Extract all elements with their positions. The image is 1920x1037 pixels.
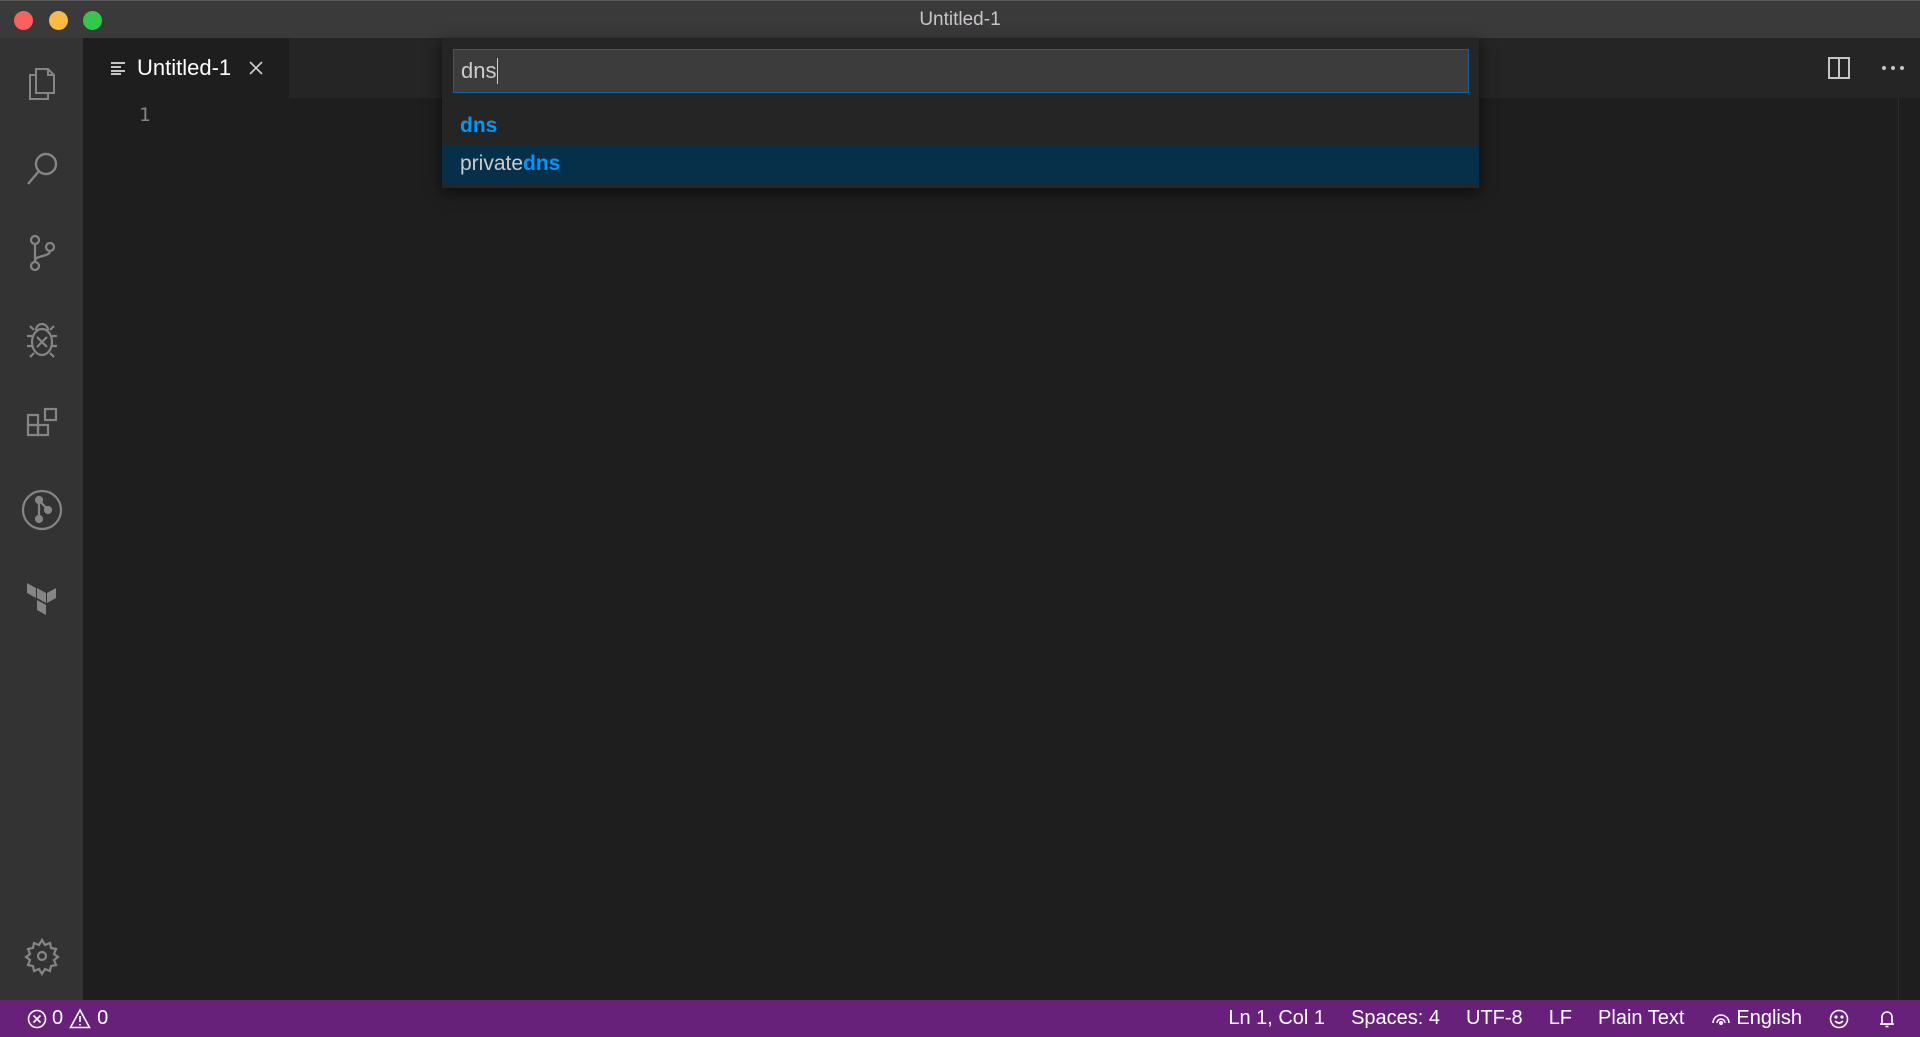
activity-debug[interactable] [0,305,83,375]
editor-actions [1812,38,1920,98]
activity-manage[interactable] [0,921,83,991]
problems-indicator[interactable]: 0 0 [26,1007,108,1030]
spell-check-language[interactable]: English [1710,1007,1802,1030]
activity-terraform[interactable] [0,560,83,630]
quick-pick-list: dns private dns [442,107,1479,183]
more-actions-icon [1882,66,1904,70]
item-match: dns [460,114,498,137]
cursor-position[interactable]: Ln 1, Col 1 [1228,1007,1325,1030]
more-actions-button[interactable] [1866,38,1920,98]
warning-count: 0 [97,1007,109,1029]
indentation[interactable]: Spaces: 4 [1351,1007,1440,1030]
smiley-icon [1829,1009,1849,1028]
encoding[interactable]: UTF-8 [1466,1007,1523,1030]
title-bar: Untitled-1 [0,0,1920,38]
git-graph-icon [21,489,62,531]
end-of-line[interactable]: LF [1549,1007,1572,1030]
activity-extensions[interactable] [0,390,83,460]
debug-icon [26,322,57,358]
quick-pick-input[interactable]: dns [453,49,1469,93]
search-icon [26,152,57,185]
activity-explorer[interactable] [0,48,83,118]
quick-pick-input-value: dns [461,58,497,83]
notifications-button[interactable] [1876,1008,1898,1030]
split-editor-button[interactable] [1812,38,1866,98]
tab-label: Untitled-1 [137,55,232,80]
tab-untitled-1[interactable]: Untitled-1 [83,38,289,98]
gear-icon [23,937,60,977]
activity-source-control[interactable] [0,218,83,288]
activity-search[interactable] [0,133,83,203]
editor[interactable]: 1 [83,98,1920,1000]
source-control-icon [29,234,55,272]
quick-pick-item-selected[interactable]: private dns [442,145,1479,183]
bell-icon [1880,1010,1894,1027]
line-number: 1 [139,104,151,126]
editor-scrollbar[interactable] [1898,98,1920,1000]
language-mode[interactable]: Plain Text [1598,1007,1684,1030]
feedback-button[interactable] [1828,1008,1850,1030]
plain-text-file-icon [111,62,125,75]
warning-icon [69,1007,91,1028]
error-icon [27,1009,47,1028]
extensions-icon [26,407,57,437]
terraform-icon [26,583,56,615]
files-icon [28,68,55,100]
close-icon[interactable] [247,59,265,77]
text-cursor [497,58,499,84]
spell-check-icon [1712,1013,1731,1025]
window-title: Untitled-1 [919,9,1001,30]
quick-pick-item[interactable]: dns [442,107,1479,145]
item-match: dns [523,152,561,175]
spell-language-label: English [1736,1007,1802,1029]
error-count: 0 [52,1007,64,1029]
item-prefix: private [460,152,524,175]
status-bar: 0 0 Ln 1, Col 1 Spaces: 4 UTF-8 LF Plain… [0,1000,1920,1037]
split-editor-icon [1828,57,1850,79]
activity-git-graph[interactable] [0,475,83,545]
quick-pick: dns dns private dns [442,38,1479,188]
activity-bar [0,38,83,1000]
